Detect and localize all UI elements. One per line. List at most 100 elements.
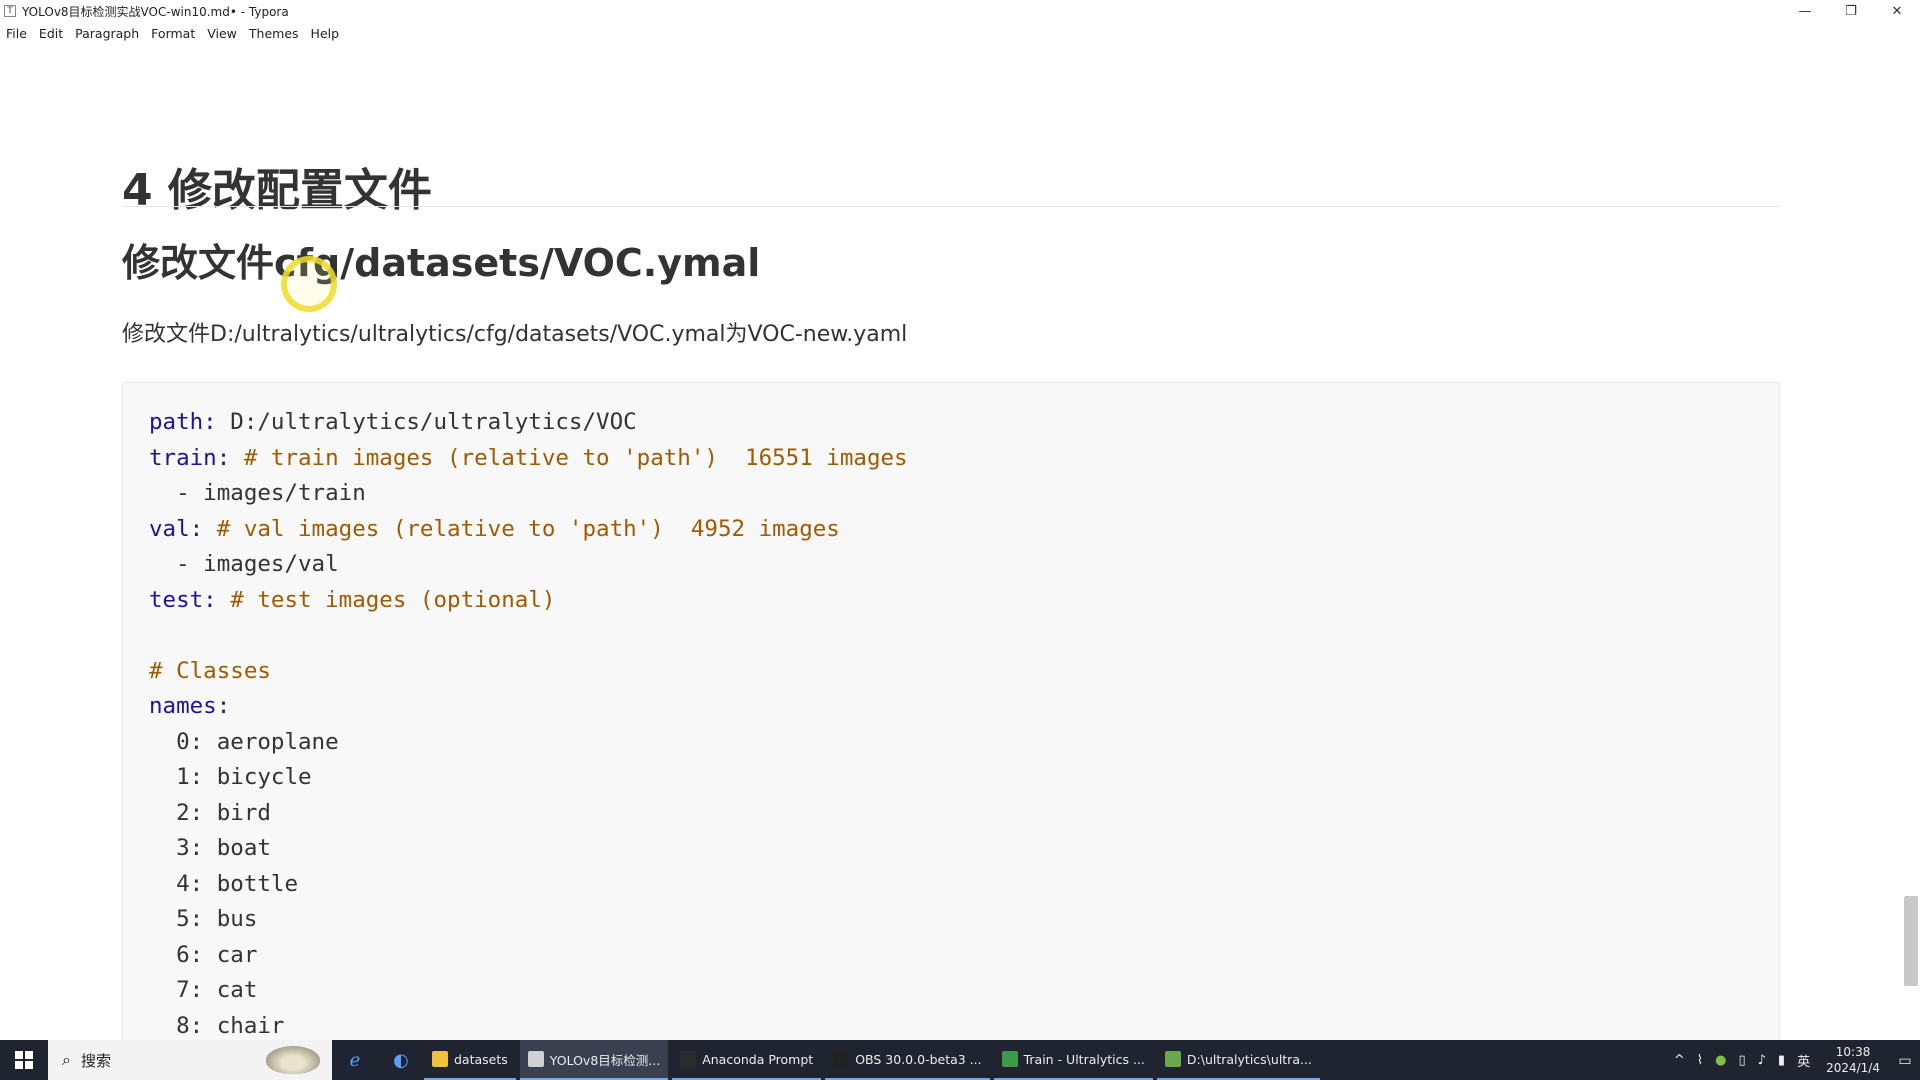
code-line[interactable]: 6: car xyxy=(149,938,1753,974)
search-placeholder: 搜索 xyxy=(80,1051,111,1070)
menu-bar: File Edit Paragraph Format View Themes H… xyxy=(0,22,351,44)
title-bar: T YOLOv8目标检测实战VOC-win10.md• - Typora — ❐… xyxy=(0,0,1920,22)
taskbar-app-button[interactable]: YOLOv8目标检测... xyxy=(519,1040,669,1080)
code-value: 7: cat xyxy=(149,977,258,1003)
code-key: val: xyxy=(149,515,204,542)
menu-paragraph[interactable]: Paragraph xyxy=(75,26,139,41)
cursor-highlight-icon xyxy=(281,256,337,312)
taskbar-app-label: YOLOv8目标检测... xyxy=(549,1052,661,1068)
code-block[interactable]: path: D:/ultralytics/ultralytics/VOC trai… xyxy=(122,382,1780,1080)
code-line[interactable]: test: # test images (optional) xyxy=(149,583,1753,619)
menu-themes[interactable]: Themes xyxy=(249,26,299,41)
code-value: 2: bird xyxy=(149,799,271,826)
heading-divider xyxy=(122,206,1780,207)
search-icon: ⌕ xyxy=(62,1050,71,1069)
minimize-button[interactable]: — xyxy=(1782,0,1828,22)
paragraph-text[interactable]: 修改文件D:/ultralytics/ultralytics/cfg/datas… xyxy=(122,316,907,348)
taskbar-app-button[interactable]: Anaconda Prompt xyxy=(672,1040,822,1080)
code-line[interactable]: names: xyxy=(149,689,1753,725)
code-line[interactable]: 8: chair xyxy=(149,1009,1753,1045)
code-key: test: xyxy=(149,586,217,613)
scrollbar-thumb[interactable] xyxy=(1904,896,1918,986)
menu-help[interactable]: Help xyxy=(311,26,340,41)
taskbar-app-label: D:\ultralytics\ultra... xyxy=(1186,1051,1312,1067)
app-icon xyxy=(527,1051,544,1067)
typora-app-icon: T xyxy=(4,5,16,17)
taskbar-apps: datasets YOLOv8目标检测... Anaconda Prompt OBS … xyxy=(424,1040,1324,1080)
volume-icon[interactable]: ♪ xyxy=(1758,1053,1766,1068)
input-language[interactable]: 英 xyxy=(1797,1051,1810,1070)
code-line[interactable] xyxy=(149,618,1753,654)
menu-edit[interactable]: Edit xyxy=(39,26,63,41)
code-value: 0: aeroplane xyxy=(149,728,339,755)
start-button[interactable] xyxy=(0,1040,48,1080)
ie-icon[interactable]: ℯ xyxy=(332,1040,378,1080)
code-line[interactable]: 4: bottle xyxy=(149,867,1753,903)
microphone-icon[interactable]: ▮ xyxy=(1778,1053,1785,1068)
app-icon xyxy=(833,1051,850,1067)
heading-2[interactable]: 修改文件cfg/datasets/VOC.ymal xyxy=(122,232,760,287)
search-highlight-image xyxy=(266,1046,320,1074)
code-line[interactable]: train: # train images (relative to 'path… xyxy=(149,441,1753,477)
taskbar-app-button[interactable]: datasets xyxy=(424,1040,516,1080)
tray-chevron-icon[interactable]: ^ xyxy=(1674,1053,1685,1068)
taskbar: ⌕ 搜索 ℯ ◐ datasets YOLOv8目标检测... Anaconda P… xyxy=(0,1040,1920,1080)
code-line[interactable]: val: # val images (relative to 'path') 4… xyxy=(149,512,1753,548)
clock[interactable]: 10:38 2024/1/4 xyxy=(1826,1044,1880,1076)
app-tray-icon[interactable]: ● xyxy=(1715,1053,1726,1068)
taskbar-app-label: Anaconda Prompt xyxy=(702,1051,814,1067)
code-value: - images/train xyxy=(149,480,366,506)
app-icon xyxy=(1164,1051,1181,1067)
taskbar-app-label: OBS 30.0.0-beta3 ... xyxy=(855,1051,982,1067)
code-value: 5: bus xyxy=(149,906,258,932)
taskbar-app-label: datasets xyxy=(454,1051,508,1067)
window-title: YOLOv8目标检测实战VOC-win10.md• - Typora xyxy=(22,4,289,19)
code-line[interactable]: - images/train xyxy=(149,476,1753,512)
code-value: 1: bicycle xyxy=(149,764,312,790)
clock-time: 10:38 xyxy=(1835,1045,1871,1059)
code-line[interactable]: 5: bus xyxy=(149,902,1753,938)
code-line[interactable]: 3: boat xyxy=(149,831,1753,867)
taskbar-app-button[interactable]: Train - Ultralytics ... xyxy=(993,1040,1153,1080)
code-value xyxy=(230,445,244,471)
code-value: D:/ultralytics/ultralytics/VOC xyxy=(216,409,637,435)
vertical-scrollbar[interactable] xyxy=(1902,44,1920,1040)
code-comment: # Classes xyxy=(149,657,271,684)
app-icon xyxy=(432,1051,448,1067)
code-line[interactable]: 1: bicycle xyxy=(149,760,1753,796)
app-icon xyxy=(680,1051,697,1067)
code-value: 3: boat xyxy=(149,835,271,861)
code-line[interactable]: 0: aeroplane xyxy=(149,725,1753,761)
code-line[interactable]: 2: bird xyxy=(149,796,1753,832)
code-line[interactable]: - images/val xyxy=(149,547,1753,583)
code-value: 8: chair xyxy=(149,1012,285,1039)
heading-1[interactable]: 4 修改配置文件 xyxy=(122,154,432,218)
code-line[interactable]: 7: cat xyxy=(149,973,1753,1009)
code-key: names: xyxy=(149,693,231,719)
restore-button[interactable]: ❐ xyxy=(1828,0,1874,22)
close-button[interactable]: ✕ xyxy=(1874,0,1920,22)
menu-view[interactable]: View xyxy=(207,26,237,41)
taskbar-app-button[interactable]: D:\ultralytics\ultra... xyxy=(1156,1040,1320,1080)
system-tray: ^ ⌇ ● ▯ ♪ ▮ 英 10:38 2024/1/4 ▭ xyxy=(1668,1040,1920,1080)
app-icon xyxy=(1001,1051,1018,1067)
notification-icon[interactable]: ▭ xyxy=(1890,1040,1920,1080)
code-line[interactable]: path: D:/ultralytics/ultralytics/VOC xyxy=(149,405,1753,441)
edge-icon[interactable]: ◐ xyxy=(378,1040,424,1080)
code-key: train: xyxy=(149,444,231,471)
code-value xyxy=(217,587,231,613)
taskbar-app-button[interactable]: OBS 30.0.0-beta3 ... xyxy=(825,1040,990,1080)
windows-logo-icon xyxy=(15,1051,33,1069)
code-line[interactable]: # Classes xyxy=(149,654,1753,690)
code-comment: # val images (relative to 'path') 4952 i… xyxy=(216,515,840,542)
code-comment: # test images (optional) xyxy=(230,586,556,613)
menu-format[interactable]: Format xyxy=(151,26,195,41)
battery-icon[interactable]: ▯ xyxy=(1738,1053,1745,1068)
network-icon[interactable]: ⌇ xyxy=(1697,1053,1703,1068)
code-value: 6: car xyxy=(149,941,258,968)
code-value: 4: bottle xyxy=(149,870,299,897)
clock-date: 2024/1/4 xyxy=(1826,1061,1880,1075)
code-value xyxy=(203,516,217,542)
taskbar-search[interactable]: ⌕ 搜索 xyxy=(48,1040,332,1080)
menu-file[interactable]: File xyxy=(6,26,27,41)
